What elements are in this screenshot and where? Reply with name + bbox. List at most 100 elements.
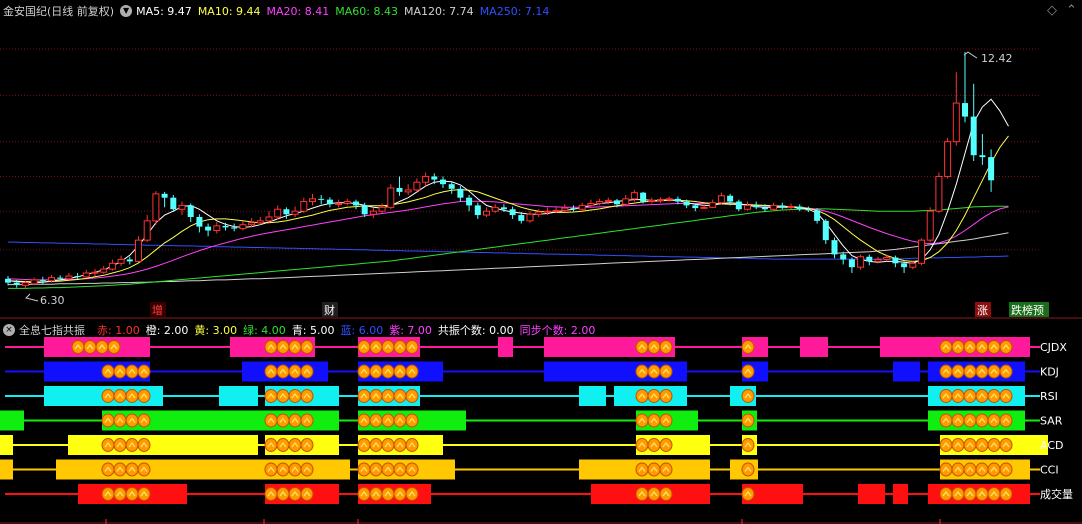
- close-icon[interactable]: ×: [3, 324, 15, 336]
- coin-body: [405, 340, 419, 354]
- coin-body: [635, 462, 649, 477]
- coin-body: [125, 487, 139, 501]
- coin-body: [264, 487, 278, 501]
- coin-body: [300, 389, 314, 403]
- coin-body: [635, 487, 649, 501]
- candle-body: [988, 157, 995, 181]
- coin-body: [635, 389, 649, 403]
- coin-icon: [963, 364, 977, 379]
- candle-body: [265, 216, 273, 222]
- chevron-up-icon[interactable]: ⌃: [1066, 3, 1077, 18]
- coin-icon: [357, 487, 371, 501]
- coin-body: [635, 364, 649, 379]
- coin-body: [963, 389, 977, 403]
- candle-body: [387, 187, 395, 208]
- candle-body: [831, 240, 838, 255]
- coin-body: [101, 462, 115, 477]
- coin-icon: [951, 438, 965, 452]
- coin-icon: [101, 462, 115, 477]
- coin-body: [276, 438, 290, 452]
- indicator-chart[interactable]: CJDX KDJ RSI SAR ACD CCI 成交量: [0, 319, 1082, 524]
- candle: [318, 194, 325, 205]
- coin-icon: [300, 340, 314, 354]
- candle-body: [962, 103, 968, 117]
- coin-icon: [101, 438, 115, 452]
- coin-icon: [405, 389, 419, 403]
- coin-icon: [300, 413, 314, 428]
- candle: [918, 238, 925, 266]
- coin-icon: [951, 462, 965, 477]
- coin-body: [939, 438, 953, 452]
- coin-body: [300, 462, 314, 477]
- coin-icon: [113, 487, 127, 501]
- candle-body: [526, 213, 534, 222]
- coin-body: [381, 438, 395, 452]
- coin-body: [405, 413, 419, 428]
- coin-icon: [113, 462, 127, 477]
- diamond-icon[interactable]: ◇: [1047, 3, 1057, 18]
- coin-icon: [300, 389, 314, 403]
- ma20-value: MA20: 8.41: [266, 4, 330, 18]
- coin-icon: [975, 340, 989, 354]
- chevron-down-icon[interactable]: ▼: [120, 5, 133, 17]
- coin-icon: [357, 438, 371, 452]
- coin-icon: [288, 364, 302, 379]
- price-chart[interactable]: 12.42 6.30 增 财 涨 跌榜预: [0, 0, 1082, 319]
- coin-body: [288, 413, 302, 428]
- coin-body: [647, 340, 661, 354]
- coin-body: [647, 438, 661, 452]
- coin-body: [635, 413, 649, 428]
- candle-body: [770, 204, 778, 210]
- candle-body: [335, 202, 343, 205]
- coin-icon: [125, 364, 139, 379]
- indicator-legend-item: 黄: 3.00: [194, 324, 238, 337]
- coin-body: [381, 487, 395, 501]
- coin-body: [264, 438, 278, 452]
- candle: [91, 269, 99, 277]
- candle-body: [761, 207, 768, 210]
- coin-body: [264, 462, 278, 477]
- coin-icon: [741, 438, 755, 452]
- indicator-panel[interactable]: CJDX KDJ RSI SAR ACD CCI 成交量 × 全息七指共振 赤: 1.00 橙…: [0, 319, 1082, 524]
- coin-icon: [125, 462, 139, 477]
- coin-icon: [381, 438, 395, 452]
- candle-body: [74, 276, 81, 278]
- coin-icon: [125, 487, 139, 501]
- price-chart-panel[interactable]: 12.42 6.30 增 财 涨 跌榜预 金安国纪(日线 前复权) ▼ MA5: 9.47…: [0, 0, 1082, 319]
- coin-icon: [264, 389, 278, 403]
- candle: [143, 215, 151, 243]
- candle: [396, 176, 403, 196]
- candle: [126, 256, 133, 265]
- candle-body: [727, 195, 734, 202]
- candle: [570, 205, 577, 212]
- candle: [213, 222, 221, 234]
- coin-body: [276, 413, 290, 428]
- candle-body: [91, 271, 99, 274]
- coin-icon: [741, 364, 755, 379]
- coin-body: [107, 340, 121, 354]
- candle-body: [535, 211, 543, 215]
- coin-icon: [405, 438, 419, 452]
- coin-icon: [288, 340, 302, 354]
- coin-body: [288, 487, 302, 501]
- candle-body: [343, 201, 351, 204]
- candle-body: [709, 202, 717, 208]
- candle-body: [918, 239, 925, 264]
- coin-icon: [276, 438, 290, 452]
- coin-icon: [381, 340, 395, 354]
- indicator-row-label: SAR: [1040, 415, 1063, 428]
- coin-body: [393, 438, 407, 452]
- indicator-header: × 全息七指共振 赤: 1.00 橙: 2.00 黄: 3.00 绿: 4.00 青: …: [0, 319, 601, 341]
- coin-icon: [951, 364, 965, 379]
- indicator-title: 全息七指共振: [19, 324, 85, 337]
- coin-icon: [125, 389, 139, 403]
- coin-body: [137, 462, 151, 477]
- coin-body: [987, 487, 1001, 501]
- coin-icon: [369, 462, 383, 477]
- candle: [431, 173, 438, 185]
- coin-icon: [939, 462, 953, 477]
- coin-body: [939, 364, 953, 379]
- event-marker: 财: [322, 302, 338, 317]
- candle: [178, 201, 186, 216]
- candle-body: [604, 199, 612, 203]
